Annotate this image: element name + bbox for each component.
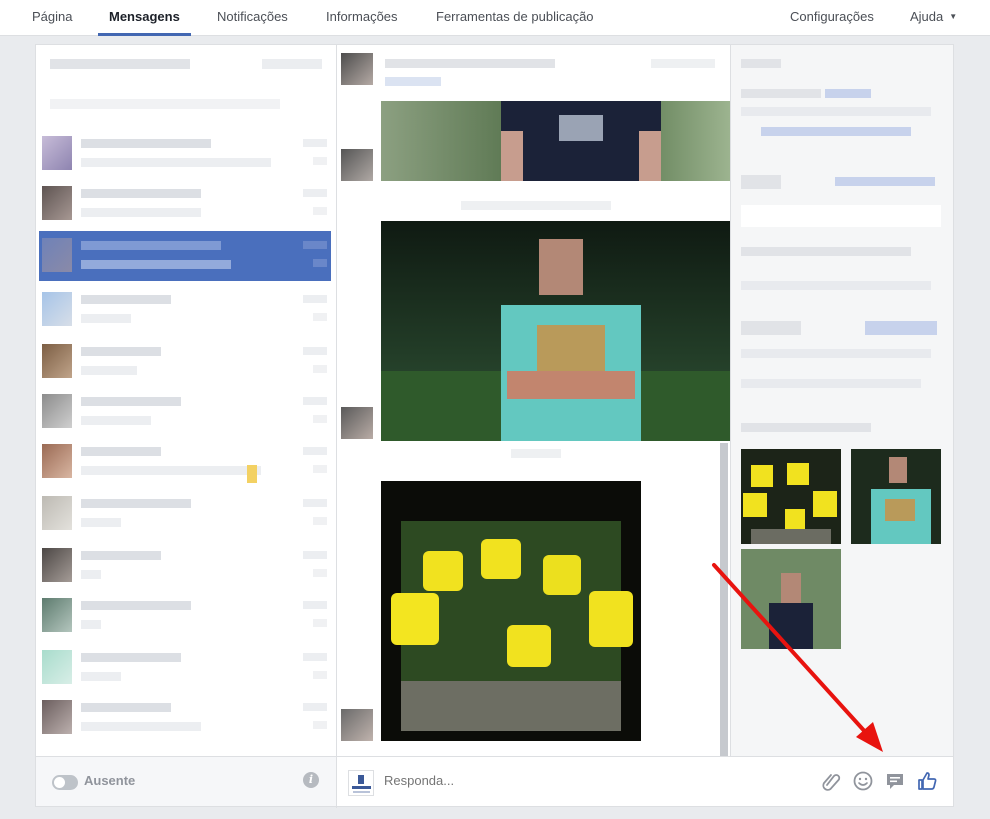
avatar	[42, 186, 72, 220]
avatar	[42, 700, 72, 734]
shared-photo[interactable]	[381, 101, 730, 181]
thread-subtitle	[385, 77, 441, 86]
avatar	[42, 394, 72, 428]
avatar	[341, 53, 373, 85]
avatar	[42, 650, 72, 684]
avatar	[341, 149, 373, 181]
thread-timestamp	[651, 59, 715, 68]
conversation-item[interactable]	[39, 285, 331, 335]
thread-title	[385, 59, 555, 68]
avatar	[341, 407, 373, 439]
photo-caption	[461, 201, 611, 210]
reply-input[interactable]	[384, 773, 804, 788]
conversation-item[interactable]	[39, 387, 331, 437]
conversation-item[interactable]	[39, 643, 331, 693]
details-link[interactable]	[761, 127, 911, 136]
details-link[interactable]	[865, 321, 937, 335]
conversation-item[interactable]	[39, 591, 331, 641]
shared-photo[interactable]	[381, 221, 730, 441]
details-header	[741, 59, 781, 68]
avatar	[42, 344, 72, 378]
photo-caption	[511, 449, 561, 458]
page-avatar	[348, 770, 374, 796]
conversation-search[interactable]	[50, 99, 280, 109]
help-label: Ajuda	[910, 9, 944, 24]
message-composer	[337, 757, 953, 806]
details-link[interactable]	[835, 177, 935, 186]
conversation-list[interactable]	[36, 45, 336, 756]
tab-mensagens[interactable]: Mensagens	[98, 0, 191, 36]
details-field[interactable]	[741, 205, 941, 227]
conversation-details	[731, 45, 953, 756]
avatar	[341, 709, 373, 741]
conversation-item[interactable]	[39, 337, 331, 387]
thumbs-up-icon[interactable]	[916, 770, 938, 792]
away-status-label: Ausente	[84, 773, 136, 788]
top-navigation: Página Mensagens Notificações Informaçõe…	[0, 0, 990, 36]
avatar	[42, 496, 72, 530]
away-toggle[interactable]	[52, 775, 78, 790]
conversation-item[interactable]	[39, 541, 331, 591]
conversation-item[interactable]	[39, 437, 331, 487]
conversation-item[interactable]	[39, 489, 331, 539]
shared-photo-thumbnail[interactable]	[851, 449, 941, 544]
avatar	[42, 444, 72, 478]
avatar	[42, 136, 72, 170]
details-link[interactable]	[825, 89, 871, 98]
shared-photo[interactable]	[381, 481, 641, 741]
conversation-list-header	[50, 59, 190, 69]
inbox-container: Ausente i	[35, 44, 954, 808]
settings-link[interactable]: Configurações	[790, 0, 874, 36]
smiley-icon[interactable]	[852, 770, 874, 792]
conversation-item[interactable]	[39, 179, 331, 229]
help-menu[interactable]: Ajuda ▼	[910, 0, 957, 36]
conversation-item-selected[interactable]	[39, 231, 331, 281]
conversation-item[interactable]	[39, 129, 331, 179]
tab-pagina[interactable]: Página	[32, 0, 72, 36]
avatar	[42, 292, 72, 326]
message-thread[interactable]	[337, 45, 730, 756]
info-icon[interactable]: i	[303, 772, 319, 788]
conversation-list-header-action	[262, 59, 322, 69]
chat-bubble-icon[interactable]	[884, 770, 906, 792]
avatar	[42, 548, 72, 582]
caret-down-icon: ▼	[949, 12, 958, 21]
avatar	[42, 598, 72, 632]
tab-informacoes[interactable]: Informações	[326, 0, 398, 36]
paperclip-icon[interactable]	[820, 770, 842, 792]
thread-scrollbar[interactable]	[720, 443, 728, 756]
tab-notificacoes[interactable]: Notificações	[217, 0, 288, 36]
shared-photo-thumbnail[interactable]	[741, 549, 841, 649]
status-bar: Ausente i	[36, 757, 336, 806]
toggle-knob	[54, 777, 65, 788]
tab-ferramentas-de-publicacao[interactable]: Ferramentas de publicação	[436, 0, 594, 36]
shared-photo-thumbnail[interactable]	[741, 449, 841, 544]
conversation-item[interactable]	[39, 693, 331, 743]
avatar	[42, 238, 72, 272]
